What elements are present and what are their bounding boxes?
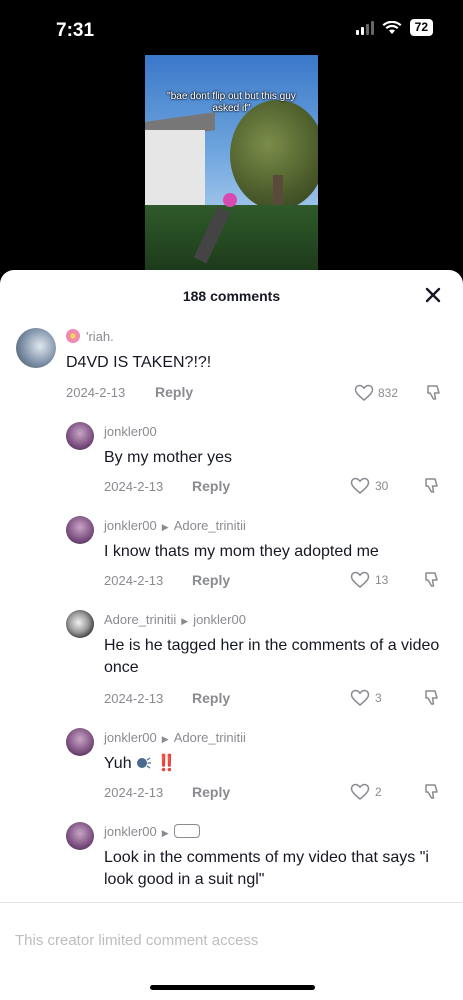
- comment-text: D4VD IS TAKEN?!?!: [66, 354, 212, 371]
- heart-icon[interactable]: [350, 689, 370, 707]
- comment-text: He is he tagged her in the comments of a…: [104, 637, 440, 676]
- dislike-icon[interactable]: [423, 571, 441, 589]
- dislike-icon[interactable]: [423, 689, 441, 707]
- comment-item: jonkler00 ▶ Look in the comments of my vi…: [0, 818, 463, 902]
- reply-to-username[interactable]: Adore_trinitii: [174, 730, 246, 745]
- comment-text: Yuh: [104, 755, 132, 772]
- comment-text: By my mother yes: [104, 449, 233, 466]
- reply-button[interactable]: Reply: [192, 572, 230, 588]
- avatar[interactable]: [66, 422, 94, 450]
- comment-date: 2024-2-13: [104, 785, 164, 800]
- comment-date: 2024-2-13: [104, 479, 164, 494]
- house: [145, 130, 205, 215]
- reply-button[interactable]: Reply: [192, 690, 230, 706]
- avatar[interactable]: [66, 728, 94, 756]
- like-count: 13: [375, 573, 389, 587]
- comments-count-title: 188 comments: [182, 288, 281, 304]
- avatar[interactable]: [66, 610, 94, 638]
- comment-date: 2024-2-13: [104, 691, 164, 706]
- video-caption: "bae dont flip out but this guy asked if…: [167, 91, 296, 114]
- like-count: 832: [378, 386, 399, 400]
- dislike-icon[interactable]: [423, 783, 441, 801]
- reply-arrow-icon: ▶: [161, 828, 169, 838]
- reply-to-username[interactable]: jonkler00: [193, 612, 246, 627]
- reply-button[interactable]: Reply: [192, 784, 230, 800]
- comment-access-notice: This creator limited comment access: [15, 932, 259, 949]
- comment-item: jonkler00 By my mother yes 2024-2-13 Rep…: [0, 418, 463, 504]
- double-exclamation-icon: ‼️: [156, 755, 177, 772]
- comment-item: jonkler00 ▶ Adore_trinitii Yuh ‼️ 2024-2-1…: [0, 724, 463, 810]
- reply-to-username[interactable]: Adore_trinitii: [174, 518, 246, 533]
- home-indicator[interactable]: [150, 985, 315, 990]
- comment-username[interactable]: 'riah.: [86, 329, 114, 344]
- comment-date: 2024-2-13: [104, 573, 164, 588]
- reply-button[interactable]: Reply: [192, 478, 230, 494]
- close-icon[interactable]: [421, 283, 445, 307]
- like-count: 3: [375, 691, 382, 705]
- avatar[interactable]: [66, 822, 94, 850]
- reply-arrow-icon: ▶: [161, 734, 169, 744]
- speaking-head-icon: [137, 757, 152, 769]
- heart-icon[interactable]: [350, 783, 370, 801]
- wifi-icon: [382, 20, 402, 34]
- footer-divider: [0, 902, 463, 903]
- comment-item: 'riah. D4VD IS TAKEN?!?! 2024-2-13 Reply…: [0, 322, 463, 412]
- heart-icon[interactable]: [350, 571, 370, 589]
- comment-username[interactable]: jonkler00: [104, 730, 157, 745]
- dislike-icon[interactable]: [423, 477, 441, 495]
- battery-indicator: 72: [409, 19, 433, 36]
- heart-icon[interactable]: [350, 477, 370, 495]
- avatar[interactable]: [16, 328, 56, 368]
- status-icons: 72: [355, 19, 433, 36]
- comment-item: jonkler00 ▶ Adore_trinitii I know thats my…: [0, 512, 463, 598]
- hedge: [145, 205, 318, 272]
- status-time: 7:31: [56, 20, 95, 41]
- comment-text: Look in the comments of my video that sa…: [104, 849, 429, 888]
- reply-arrow-icon: ▶: [161, 522, 169, 532]
- link-badge-icon: [173, 824, 200, 838]
- comment-username[interactable]: jonkler00: [104, 824, 157, 839]
- comment-item: Adore_trinitii ▶ jonkler00 He is he tagged…: [0, 606, 463, 716]
- reply-arrow-icon: ▶: [181, 616, 189, 626]
- comment-text: I know thats my mom they adopted me: [104, 543, 379, 560]
- like-count: 2: [375, 785, 382, 799]
- signal-icon: [355, 20, 374, 35]
- comment-username[interactable]: jonkler00: [104, 518, 157, 533]
- avatar[interactable]: [66, 516, 94, 544]
- flower-icon: [66, 329, 80, 343]
- dislike-icon[interactable]: [425, 384, 443, 402]
- video-preview[interactable]: "bae dont flip out but this guy asked if…: [145, 55, 318, 272]
- person: [193, 193, 237, 264]
- comment-username[interactable]: jonkler00: [104, 424, 157, 439]
- comment-username[interactable]: Adore_trinitii: [104, 612, 176, 627]
- heart-icon[interactable]: [354, 384, 374, 402]
- like-count: 30: [375, 479, 389, 493]
- reply-button[interactable]: Reply: [155, 384, 193, 400]
- status-bar: 7:31 72: [0, 0, 463, 60]
- comment-date: 2024-2-13: [66, 385, 126, 400]
